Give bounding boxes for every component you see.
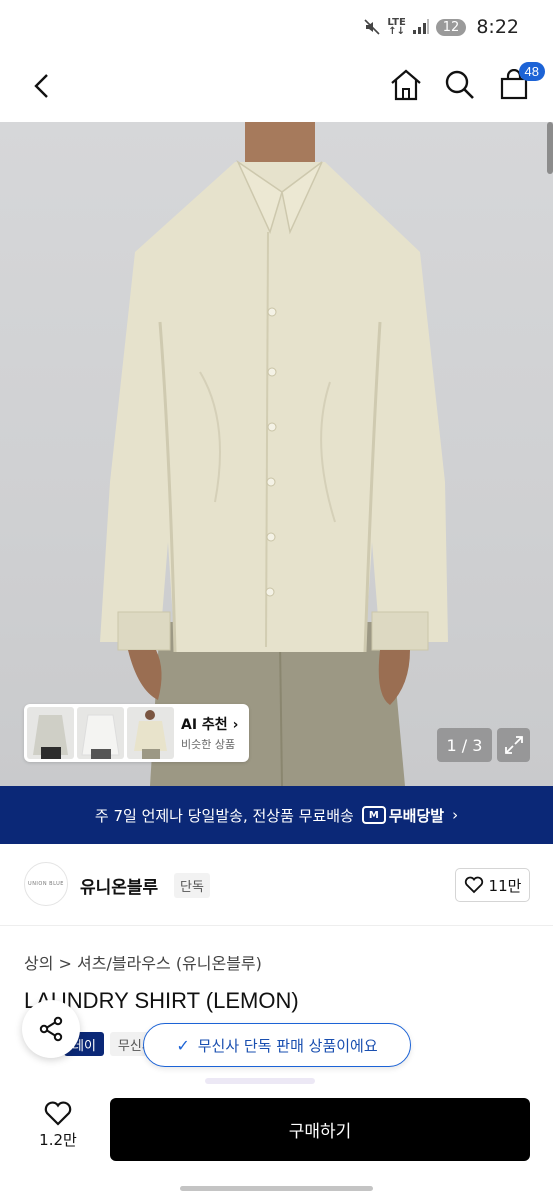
nav-actions: 48 — [387, 62, 545, 104]
banner-text: 주 7일 언제나 당일발송, 전상품 무료배송 — [94, 806, 354, 825]
shipping-banner[interactable]: 주 7일 언제나 당일발송, 전상품 무료배송 M 무배당발 › — [0, 786, 553, 844]
toast-text: 무신사 단독 판매 상품이에요 — [197, 1036, 378, 1055]
product-image-gallery[interactable]: AI 추천 › 비슷한 상품 1 / 3 — [0, 122, 553, 786]
ai-recommend-link[interactable]: AI 추천 › 비슷한 상품 — [181, 714, 238, 752]
exclusive-tag: 단독 — [174, 873, 210, 898]
status-bar: LTE ↑↓ 12 8:22 — [0, 0, 553, 56]
home-icon — [391, 69, 421, 101]
buy-button[interactable]: 구매하기 — [110, 1098, 530, 1161]
brand-like-count: 11만 — [488, 876, 522, 895]
chevron-right-icon: › — [452, 806, 459, 824]
signal-icon — [412, 19, 429, 34]
mubae-logo-text: 무배당발 — [388, 806, 445, 825]
expand-icon — [504, 736, 523, 754]
chevron-right-icon: › — [232, 717, 239, 733]
home-button[interactable] — [387, 66, 425, 104]
bottom-action-bar: 1.2만 구매하기 — [0, 1086, 553, 1200]
exclusive-toast: ✓ 무신사 단독 판매 상품이에요 — [143, 1023, 411, 1067]
share-icon — [39, 1016, 63, 1042]
brand-row: UNION BLUE 유니온블루 단독 11만 — [0, 844, 553, 926]
heart-icon — [44, 1101, 72, 1126]
brand-name[interactable]: 유니온블루 — [80, 873, 158, 898]
home-indicator — [180, 1186, 373, 1191]
wishlist-button[interactable]: 1.2만 — [30, 1100, 86, 1150]
mute-icon — [364, 19, 380, 35]
heart-icon — [464, 876, 483, 894]
thumbnail-2[interactable] — [77, 707, 124, 759]
category-breadcrumb[interactable]: 상의 > 셔츠/블라우스 (유니온블루) — [24, 950, 262, 974]
search-button[interactable] — [441, 66, 479, 104]
cart-count-badge: 48 — [518, 62, 545, 81]
ai-recommend-strip[interactable]: AI 추천 › 비슷한 상품 — [24, 704, 249, 762]
mubae-logo: M 무배당발 — [361, 805, 445, 826]
back-button[interactable] — [26, 68, 56, 104]
thumbnail-1[interactable] — [27, 707, 74, 759]
status-icons: LTE ↑↓ 12 8:22 — [363, 16, 519, 38]
sheet-handle — [205, 1078, 315, 1084]
image-page-counter: 1 / 3 — [437, 728, 492, 762]
expand-image-button[interactable] — [497, 728, 530, 762]
notification-badge: 12 — [435, 18, 467, 36]
back-arrow-icon — [34, 74, 48, 98]
cart-button[interactable]: 48 — [495, 62, 545, 104]
check-icon: ✓ — [176, 1035, 190, 1055]
top-nav: 48 — [0, 56, 553, 122]
ai-recommend-subtitle: 비슷한 상품 — [181, 738, 236, 751]
search-icon — [445, 70, 474, 99]
share-button[interactable] — [22, 1000, 80, 1058]
scroll-indicator — [547, 122, 553, 174]
wishlist-count: 1.2만 — [39, 1131, 77, 1149]
status-time: 8:22 — [476, 16, 519, 38]
product-photo — [100, 122, 448, 786]
brand-logo[interactable]: UNION BLUE — [24, 862, 68, 906]
mubae-logo-mark: M — [361, 806, 386, 824]
lte-icon: LTE ↑↓ — [387, 17, 406, 37]
thumbnail-3[interactable] — [127, 707, 174, 759]
brand-like-button[interactable]: 11만 — [455, 868, 530, 902]
ai-recommend-title: AI 추천 › — [181, 717, 239, 733]
